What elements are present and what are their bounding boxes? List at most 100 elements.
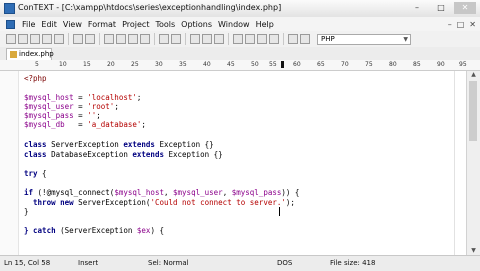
new-file-icon[interactable] [6, 34, 16, 44]
print-icon[interactable] [73, 34, 83, 44]
separator [154, 33, 155, 45]
doc-close-button[interactable]: ✕ [469, 20, 476, 29]
open-file-icon[interactable] [18, 34, 28, 44]
title-bar: ConTEXT - [C:\xampp\htdocs\series\except… [0, 0, 480, 18]
paste-icon[interactable] [128, 34, 138, 44]
language-select[interactable]: PHP ▼ [317, 33, 411, 45]
ruler-label: 75 [365, 61, 373, 68]
find-icon[interactable] [190, 34, 200, 44]
ruler-label: 10 [59, 61, 67, 68]
edit-mode: Insert [78, 259, 99, 267]
tab-index-php[interactable]: index.php [6, 48, 54, 60]
ruler-label: 20 [107, 61, 115, 68]
scroll-thumb[interactable] [469, 81, 477, 141]
ruler-label: 40 [203, 61, 211, 68]
window-title: ConTEXT - [C:\xampp\htdocs\series\except… [18, 3, 282, 12]
code-line: class ServerException extends Exception … [24, 140, 214, 149]
indent-icon[interactable] [233, 34, 243, 44]
print-preview-icon[interactable] [85, 34, 95, 44]
vertical-scrollbar[interactable]: ▲ ▼ [466, 71, 480, 255]
editor-gutter [0, 71, 19, 255]
menu-help[interactable]: Help [253, 20, 277, 29]
toolbar: PHP ▼ [0, 31, 480, 48]
ruler-label: 15 [83, 61, 91, 68]
unindent-icon[interactable] [245, 34, 255, 44]
php-file-icon [10, 51, 17, 58]
code-line: $mysql_db = 'a_database'; [24, 120, 146, 129]
doc-minimize-button[interactable]: – [448, 20, 452, 29]
language-value: PHP [321, 34, 335, 43]
right-margin-line [454, 71, 455, 255]
menu-tools[interactable]: Tools [152, 20, 178, 29]
code-editor[interactable]: <?php $mysql_host = 'localhost'; $mysql_… [0, 71, 467, 255]
ruler-label: 35 [179, 61, 187, 68]
ruler-label: 55 [269, 61, 277, 68]
redo-icon[interactable] [171, 34, 181, 44]
file-size: File size: 418 [330, 259, 376, 267]
cut-icon[interactable] [104, 34, 114, 44]
app-icon [4, 3, 15, 14]
ruler-label: 85 [413, 61, 421, 68]
ruler-label: 80 [389, 61, 397, 68]
code-line: $mysql_pass = ''; [24, 111, 101, 120]
code-line: $mysql_user = 'root'; [24, 102, 119, 111]
code-line: throw new ServerException('Could not con… [24, 198, 295, 207]
minimize-button[interactable]: – [406, 2, 428, 14]
menu-file[interactable]: File [19, 20, 38, 29]
run-icon[interactable] [288, 34, 298, 44]
text-caret [279, 207, 280, 216]
ruler-label: 70 [341, 61, 349, 68]
ruler-label: 5 [35, 61, 39, 68]
close-button[interactable]: ✕ [454, 2, 476, 14]
code-line: if (!@mysql_connect($mysql_host, $mysql_… [24, 188, 300, 197]
scroll-down-icon[interactable]: ▼ [467, 247, 480, 255]
line-ending-format: DOS [277, 259, 293, 267]
delete-icon[interactable] [140, 34, 150, 44]
separator [185, 33, 186, 45]
find-next-icon[interactable] [202, 34, 212, 44]
ruler-label: 50 [251, 61, 259, 68]
ruler-label: 65 [317, 61, 325, 68]
code-line: try { [24, 169, 47, 178]
code-line: } catch (ServerException $ex) { [24, 226, 164, 235]
cursor-position: Ln 15, Col 58 [4, 259, 51, 267]
settings-icon[interactable] [269, 34, 279, 44]
status-bar: Ln 15, Col 58 Insert Sel: Normal DOS Fil… [0, 255, 480, 271]
document-window-controls: – □ ✕ [448, 17, 476, 31]
ruler-label: 45 [227, 61, 235, 68]
code-line: $mysql_host = 'localhost'; [24, 93, 142, 102]
help-icon[interactable] [300, 34, 310, 44]
document-icon[interactable] [6, 19, 15, 29]
chevron-down-icon: ▼ [403, 35, 408, 43]
scroll-up-icon[interactable]: ▲ [467, 71, 480, 79]
close-file-icon[interactable] [54, 34, 64, 44]
ruler-label: 60 [293, 61, 301, 68]
ruler-label: 95 [459, 61, 467, 68]
tab-label: index.php [19, 50, 54, 58]
separator [283, 33, 284, 45]
menu-view[interactable]: View [60, 20, 85, 29]
menu-edit[interactable]: Edit [38, 20, 60, 29]
ruler-label: 30 [155, 61, 163, 68]
ruler-column-marker [281, 61, 284, 68]
doc-restore-button[interactable]: □ [457, 20, 465, 29]
code-line: class DatabaseException extends Exceptio… [24, 150, 223, 159]
code-line: } [24, 207, 29, 216]
separator [68, 33, 69, 45]
undo-icon[interactable] [159, 34, 169, 44]
ruler-label: 25 [131, 61, 139, 68]
save-all-icon[interactable] [42, 34, 52, 44]
copy-icon[interactable] [116, 34, 126, 44]
menu-format[interactable]: Format [85, 20, 119, 29]
maximize-button[interactable]: □ [430, 2, 452, 14]
menu-options[interactable]: Options [178, 20, 215, 29]
menu-window[interactable]: Window [215, 20, 253, 29]
save-icon[interactable] [30, 34, 40, 44]
tab-strip: index.php [0, 47, 480, 61]
menu-bar: File Edit View Format Project Tools Opti… [0, 17, 480, 31]
menu-project[interactable]: Project [119, 20, 152, 29]
ruler: 5 10 15 20 25 30 35 40 45 50 55 60 65 70… [0, 60, 480, 71]
selection-mode: Sel: Normal [148, 259, 189, 267]
replace-icon[interactable] [214, 34, 224, 44]
word-wrap-icon[interactable] [257, 34, 267, 44]
